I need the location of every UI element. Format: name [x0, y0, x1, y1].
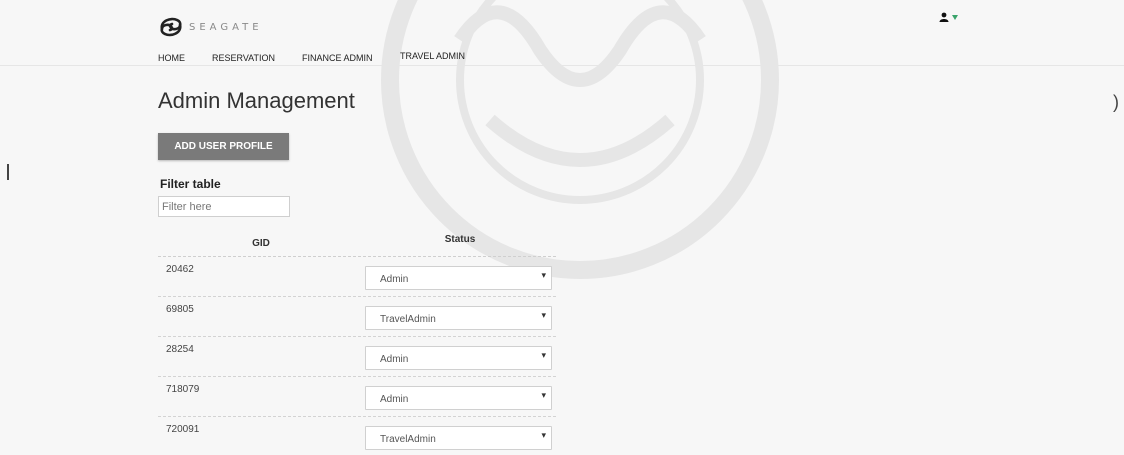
- nav-home[interactable]: HOME: [158, 53, 185, 63]
- status-value: Admin: [380, 354, 409, 365]
- caret-down-icon: ▾: [541, 390, 546, 400]
- nav-finance-admin[interactable]: FINANCE ADMIN: [302, 53, 373, 63]
- column-header-status: Status: [444, 234, 476, 245]
- add-user-profile-button[interactable]: ADD USER PROFILE: [158, 133, 289, 160]
- gid-cell: 69805: [166, 304, 194, 315]
- status-value: Admin: [380, 394, 409, 405]
- status-value: TravelAdmin: [380, 434, 436, 445]
- gid-cell: 718079: [166, 384, 200, 395]
- admin-table: GID Status 20462 Admin ▾ 69805 TravelAdm…: [158, 229, 556, 455]
- caret-down-icon: ▾: [541, 430, 546, 440]
- user-icon: [939, 12, 949, 22]
- column-header-gid: GID: [252, 238, 270, 249]
- gid-cell: 720091: [166, 424, 200, 435]
- gid-cell: 20462: [166, 264, 194, 275]
- table-row: 718079 Admin ▾: [158, 377, 556, 417]
- caret-down-icon: [952, 14, 958, 20]
- caret-down-icon: ▾: [541, 350, 546, 360]
- gid-cell: 28254: [166, 344, 194, 355]
- status-select[interactable]: Admin ▾: [365, 346, 552, 370]
- brand-logo[interactable]: SEAGATE: [158, 16, 263, 38]
- status-select[interactable]: TravelAdmin ▾: [365, 426, 552, 450]
- seagate-swirl-icon: [160, 17, 182, 37]
- brand-name: SEAGATE: [189, 21, 263, 33]
- edge-mark: ): [1113, 92, 1119, 112]
- nav-travel-admin[interactable]: TRAVEL ADMIN: [400, 51, 465, 61]
- status-select[interactable]: TravelAdmin ▾: [365, 306, 552, 330]
- status-value: Admin: [380, 274, 409, 285]
- filter-label: Filter table: [160, 177, 221, 191]
- top-header: SEAGATE HOME RESERVATION FINANCE ADMIN T…: [0, 0, 1124, 66]
- table-row: 69805 TravelAdmin ▾: [158, 297, 556, 337]
- table-row: 720091 TravelAdmin ▾: [158, 417, 556, 455]
- table-row: 28254 Admin ▾: [158, 337, 556, 377]
- caret-down-icon: ▾: [541, 310, 546, 320]
- edge-mark-left: [7, 164, 9, 180]
- status-select[interactable]: Admin ▾: [365, 266, 552, 290]
- status-select[interactable]: Admin ▾: [365, 386, 552, 410]
- table-header: GID Status: [158, 229, 556, 257]
- filter-input[interactable]: [158, 196, 290, 217]
- table-row: 20462 Admin ▾: [158, 257, 556, 297]
- status-value: TravelAdmin: [380, 314, 436, 325]
- page-title: Admin Management: [158, 88, 355, 113]
- caret-down-icon: ▾: [541, 270, 546, 280]
- user-menu[interactable]: [939, 12, 958, 22]
- nav-reservation[interactable]: RESERVATION: [212, 53, 275, 63]
